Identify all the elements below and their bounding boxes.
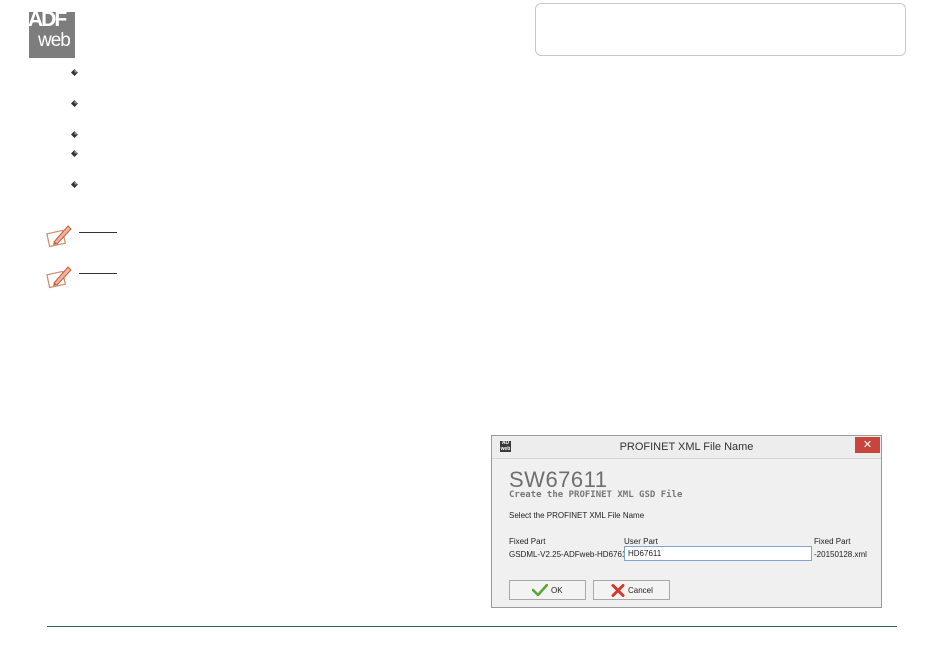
adfweb-logo: ADF web xyxy=(29,12,75,58)
bullet-icon xyxy=(71,150,78,157)
cancel-button[interactable]: Cancel xyxy=(593,580,670,600)
cancel-label: Cancel xyxy=(628,586,653,595)
dialog-titlebar[interactable]: AD web PROFINET XML File Name ✕ xyxy=(492,436,881,459)
fixed-part-label: Fixed Part xyxy=(509,537,546,546)
fixed-part-label-2: Fixed Part xyxy=(814,537,851,546)
ok-label: OK xyxy=(551,586,563,595)
profinet-xml-file-name-dialog: AD web PROFINET XML File Name ✕ SW67611 C… xyxy=(491,435,882,608)
instruction-text: Select the PROFINET XML File Name xyxy=(509,511,645,520)
note-underline xyxy=(79,273,117,274)
bullet-icon xyxy=(71,100,78,107)
fixed-part-prefix: GSDML-V2.25-ADFweb-HD67611 xyxy=(509,550,631,559)
fixed-part-suffix: -20150128.xml xyxy=(814,550,867,559)
close-button[interactable]: ✕ xyxy=(855,437,880,453)
pencil-note-icon xyxy=(46,222,74,248)
red-x-icon xyxy=(611,584,625,599)
footer-divider xyxy=(47,626,897,627)
user-part-input[interactable]: HD67611 xyxy=(624,546,812,561)
checkmark-icon xyxy=(531,583,549,598)
logo-web-text: web xyxy=(38,30,71,51)
bullet-icon xyxy=(71,69,78,76)
pencil-note-icon xyxy=(46,263,74,289)
dialog-title: PROFINET XML File Name xyxy=(619,441,754,453)
header-box xyxy=(535,3,906,56)
user-part-label: User Part xyxy=(624,537,658,546)
ok-button[interactable]: OK xyxy=(509,580,586,600)
bullet-icon xyxy=(71,131,78,138)
product-subtitle: Create the PROFINET XML GSD File xyxy=(509,490,683,500)
bullet-icon xyxy=(71,181,78,188)
logo-adf-text: ADF xyxy=(29,12,67,31)
note-underline xyxy=(79,232,117,233)
